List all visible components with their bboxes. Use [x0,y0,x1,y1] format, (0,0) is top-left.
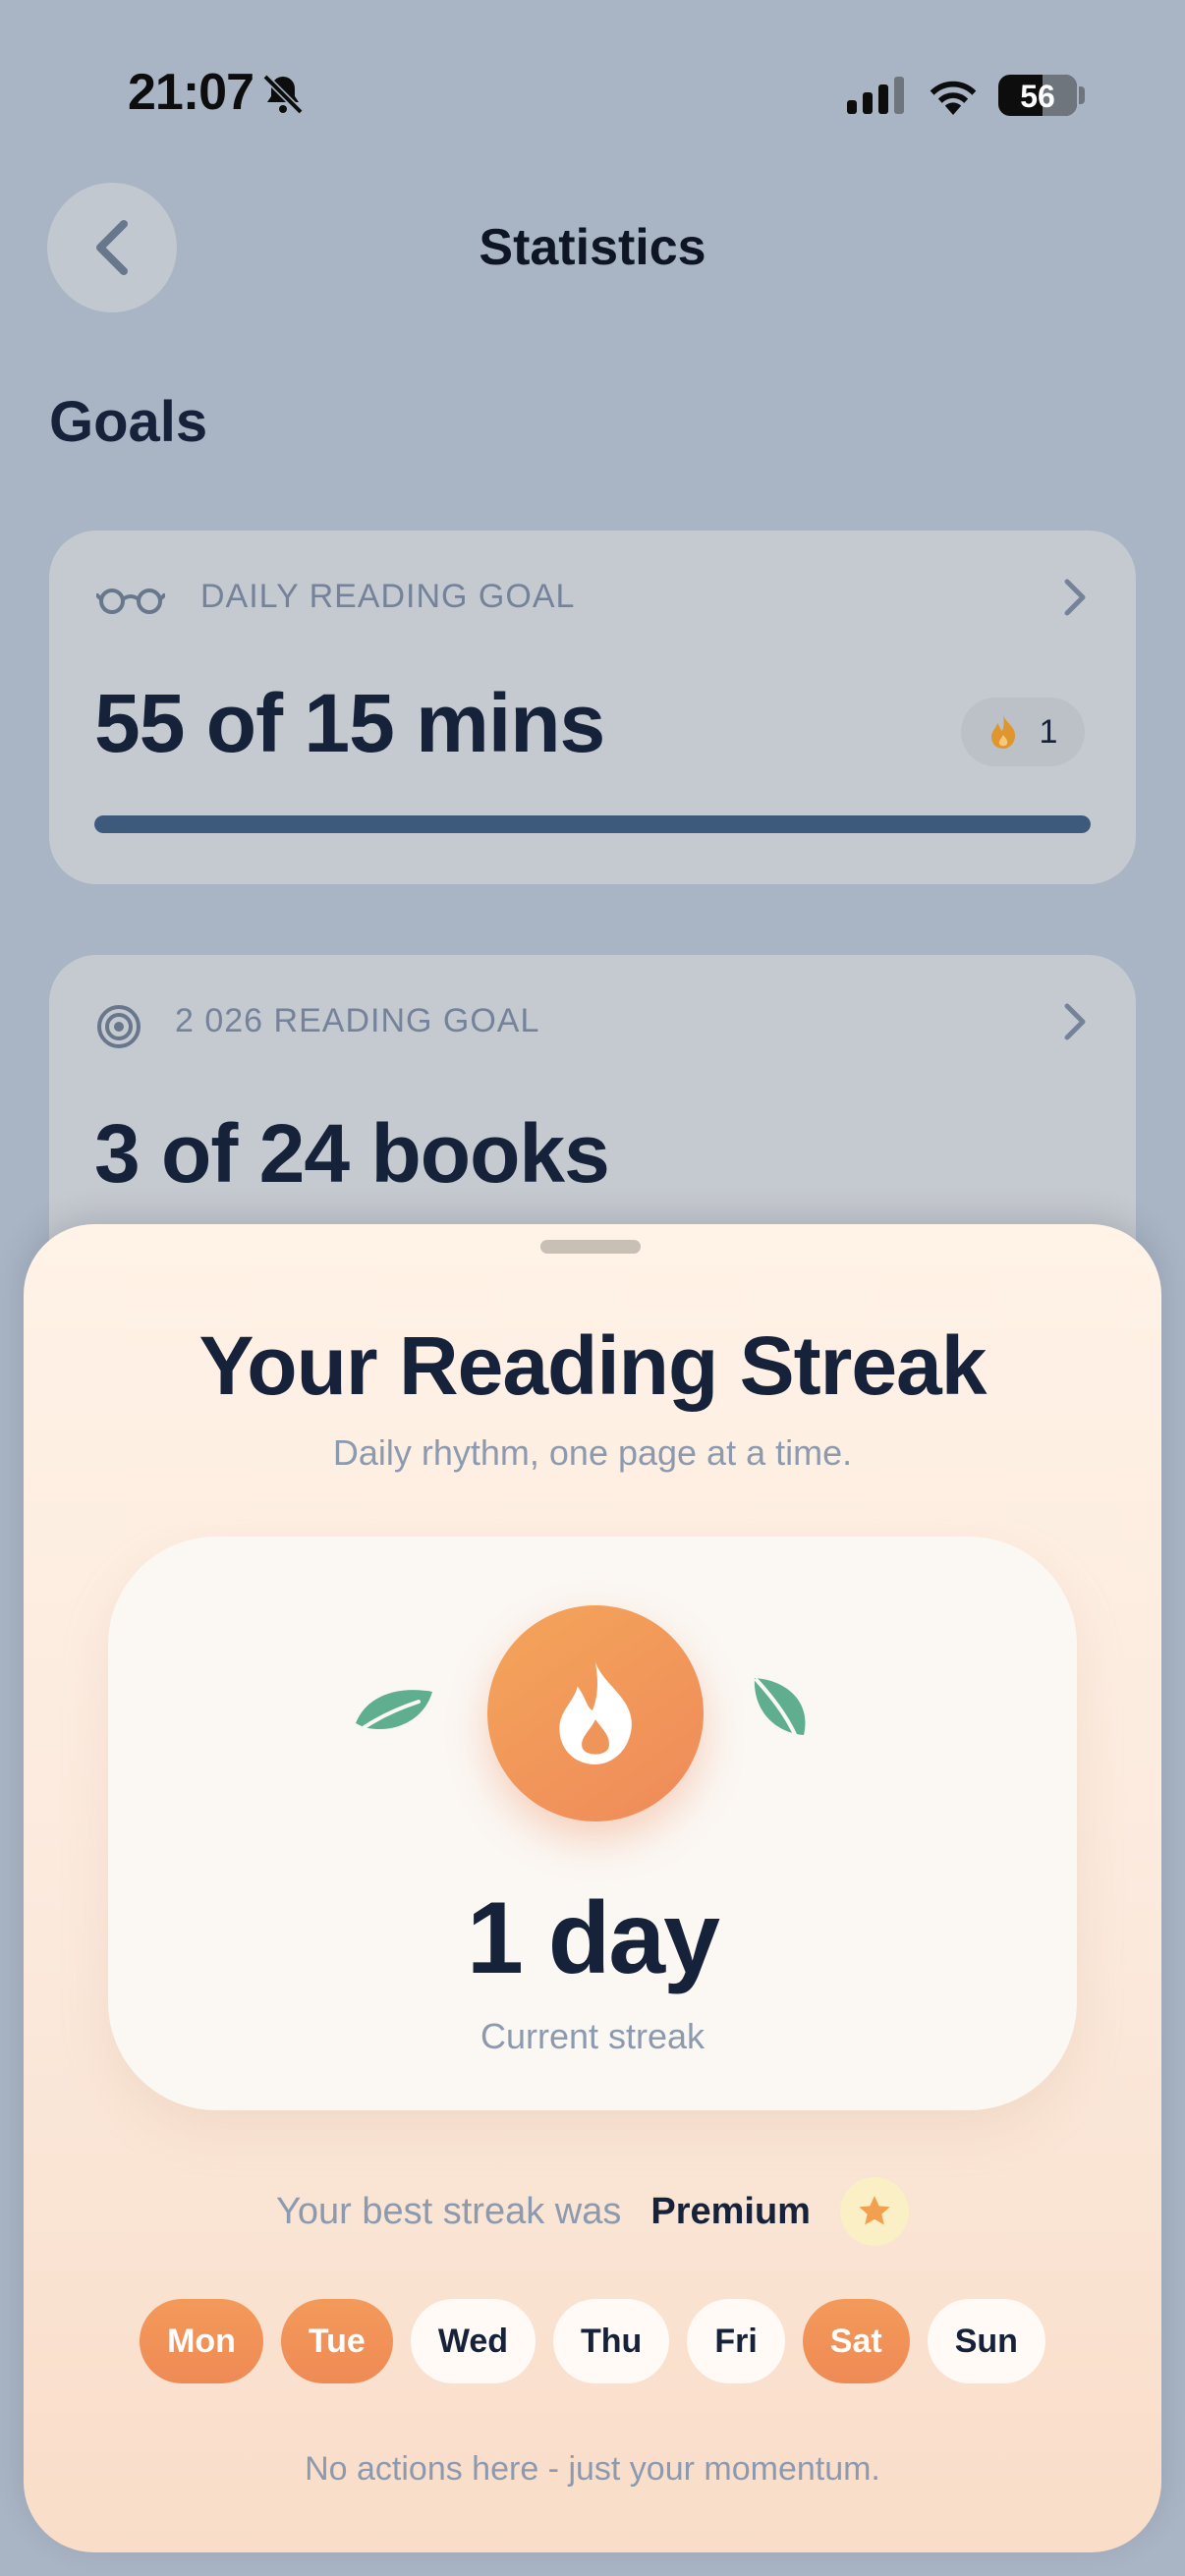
flame-icon [990,715,1015,749]
daily-goal-value: 55 of 15 mins [94,677,605,769]
status-bar: 21:07 56 [0,0,1185,187]
yearly-goal-label: 2 026 READING GOAL [175,1002,540,1039]
streak-count: 1 [1039,712,1058,751]
best-streak-value: Premium [650,2190,811,2232]
day-chip-fri: Fri [687,2299,785,2383]
day-chip-sat: Sat [802,2299,910,2383]
target-icon [97,1005,141,1048]
current-streak-value: 1 day [467,1881,720,1995]
sheet-footer-note: No actions here - just your momentum. [305,2450,880,2488]
section-title-goals: Goals [49,390,208,454]
star-icon [859,2196,890,2225]
flame-badge [487,1605,704,1821]
wifi-icon [930,81,977,115]
yearly-goal-value: 3 of 24 books [94,1107,610,1200]
sheet-drag-handle[interactable] [540,1240,641,1254]
leaf-icon [754,1678,806,1753]
status-time: 21:07 [128,64,254,121]
day-chip-wed: Wed [410,2299,536,2383]
streak-bottom-sheet: Your Reading Streak Daily rhythm, one pa… [24,1224,1161,2552]
battery-icon: 56 [998,75,1077,116]
daily-goal-progress [94,815,1091,833]
sheet-subtitle: Daily rhythm, one page at a time. [332,1432,853,1473]
day-chip-tue: Tue [280,2299,393,2383]
signal-icon [847,77,904,114]
current-streak-caption: Current streak [480,2016,705,2056]
battery-cap [1079,86,1085,104]
bell-slash-icon [262,74,304,115]
chevron-right-icon [1064,1003,1086,1040]
page-title: Statistics [479,219,706,276]
leaf-icon [352,1690,432,1737]
weekday-row: Mon Tue Wed Thu Fri Sat Sun [24,2299,1161,2383]
battery-level: 56 [1020,79,1055,114]
flame-icon [559,1662,632,1764]
best-streak-row: Your best streak was Premium [24,2177,1161,2246]
day-chip-sun: Sun [927,2299,1045,2383]
chevron-right-icon [1064,579,1086,616]
glasses-icon [96,588,165,614]
best-streak-label: Your best streak was [276,2190,622,2232]
day-chip-mon: Mon [140,2299,263,2383]
day-chip-thu: Thu [553,2299,670,2383]
daily-reading-goal-card[interactable]: DAILY READING GOAL 55 of 15 mins 1 [49,531,1136,884]
sheet-title: Your Reading Streak [198,1319,988,1412]
daily-goal-progress-fill [94,815,1091,833]
streak-badge: 1 [961,698,1085,766]
daily-goal-label: DAILY READING GOAL [200,578,576,615]
premium-star-badge[interactable] [839,2177,909,2246]
current-streak-card: 1 day Current streak [108,1537,1077,2110]
